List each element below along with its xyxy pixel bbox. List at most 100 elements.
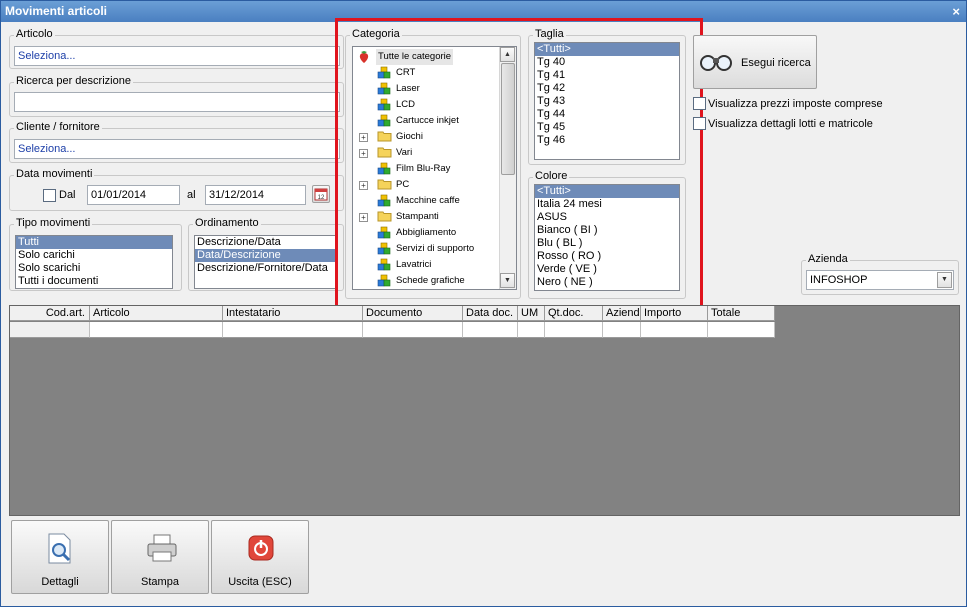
categoria-node[interactable]: Tutte le categorie	[376, 49, 454, 65]
categoria-node[interactable]: Vari	[396, 145, 412, 161]
grid-column-header[interactable]: Importo	[641, 306, 708, 321]
colore-item[interactable]: Italia 24 mesi	[535, 198, 679, 211]
categoria-node[interactable]: PC	[396, 177, 409, 193]
date-from-input[interactable]: 01/01/2014	[87, 185, 180, 205]
taglia-list[interactable]: <Tutti> Tg 40 Tg 41 Tg 42 Tg 43 Tg 44 Tg 45 Tg …	[534, 42, 680, 160]
taglia-item[interactable]: Tg 40	[535, 56, 679, 69]
binoculars-icon	[700, 55, 732, 71]
expand-icon[interactable]: +	[359, 149, 368, 158]
expand-icon[interactable]: +	[359, 213, 368, 222]
taglia-item[interactable]: <Tutti>	[535, 43, 679, 56]
strawberry-icon	[357, 50, 371, 63]
taglia-item[interactable]: Tg 41	[535, 69, 679, 82]
categoria-tree[interactable]: Tutte le categorie CRT Laser LCD Cartucce in…	[352, 46, 517, 290]
colore-item[interactable]: Bianco ( BI )	[535, 224, 679, 237]
prezzi-imposte-checkbox[interactable]	[693, 97, 706, 110]
ordinamento-item[interactable]: Data/Descrizione	[195, 249, 335, 262]
colore-item[interactable]: Blu ( BL )	[535, 237, 679, 250]
azienda-value: INFOSHOP	[810, 274, 868, 286]
blocks-icon	[377, 226, 391, 239]
categoria-node[interactable]: Cartucce inkjet	[396, 113, 459, 129]
tipo-movimenti-title: Tipo movimenti	[14, 217, 93, 229]
esegui-ricerca-button[interactable]: Esegui ricerca	[693, 35, 817, 89]
date-to-input[interactable]: 31/12/2014	[205, 185, 306, 205]
tipo-movimenti-item[interactable]: Solo carichi	[16, 249, 172, 262]
grid-cell[interactable]	[90, 322, 223, 338]
scroll-thumb[interactable]	[501, 63, 515, 175]
expand-icon[interactable]: +	[359, 181, 368, 190]
grid-cell[interactable]	[463, 322, 518, 338]
ordinamento-item[interactable]: Descrizione/Data	[195, 236, 335, 249]
colore-item[interactable]: Verde ( VE )	[535, 263, 679, 276]
dettagli-button[interactable]: Dettagli	[11, 520, 109, 594]
categoria-node[interactable]: Lavatrici	[396, 257, 431, 273]
grid-column-header[interactable]: Azienda	[603, 306, 641, 321]
cliente-select[interactable]: Seleziona...	[14, 139, 340, 159]
folder-icon	[377, 210, 392, 222]
folder-icon	[377, 130, 392, 142]
grid-column-header[interactable]: Qt.doc.	[545, 306, 603, 321]
categoria-node[interactable]: Servizi di supporto	[396, 241, 474, 257]
power-icon	[248, 535, 274, 561]
categoria-title: Categoria	[350, 28, 402, 40]
blocks-icon	[377, 194, 391, 207]
categoria-node[interactable]: Giochi	[396, 129, 423, 145]
calendar-button[interactable]: 12	[312, 185, 330, 203]
taglia-item[interactable]: Tg 44	[535, 108, 679, 121]
uscita-button[interactable]: Uscita (ESC)	[211, 520, 309, 594]
close-icon[interactable]: ×	[952, 1, 960, 22]
grid-column-header[interactable]: UM	[518, 306, 545, 321]
tipo-movimenti-item[interactable]: Solo scarichi	[16, 262, 172, 275]
dal-checkbox[interactable]	[43, 189, 56, 202]
grid-cell[interactable]	[641, 322, 708, 338]
tipo-movimenti-item[interactable]: Tutti	[16, 236, 172, 249]
grid-column-header[interactable]: Totale	[708, 306, 775, 321]
categoria-node[interactable]: Laser	[396, 81, 420, 97]
taglia-item[interactable]: Tg 43	[535, 95, 679, 108]
categoria-node[interactable]: Schede grafiche	[396, 273, 465, 289]
tipo-movimenti-list[interactable]: Tutti Solo carichi Solo scarichi Tutti i do…	[15, 235, 173, 289]
grid-cell[interactable]	[10, 322, 90, 338]
folder-icon	[377, 146, 392, 158]
categoria-node[interactable]: LCD	[396, 97, 415, 113]
categoria-scrollbar[interactable]: ▲ ▼	[499, 47, 516, 289]
results-grid[interactable]: Cod.art. Articolo Intestatario Documento Dat…	[9, 305, 960, 516]
ricerca-input[interactable]	[14, 92, 340, 112]
grid-cell[interactable]	[363, 322, 463, 338]
azienda-select[interactable]: INFOSHOP ▼	[806, 270, 954, 290]
colore-item[interactable]: Rosso ( RO )	[535, 250, 679, 263]
colore-list[interactable]: <Tutti> Italia 24 mesi ASUS Bianco ( BI ) Bl…	[534, 184, 680, 291]
grid-cell[interactable]	[603, 322, 641, 338]
grid-column-header[interactable]: Cod.art.	[10, 306, 90, 321]
tipo-movimenti-item[interactable]: Tutti i documenti	[16, 275, 172, 288]
colore-item[interactable]: <Tutti>	[535, 185, 679, 198]
grid-column-header[interactable]: Articolo	[90, 306, 223, 321]
colore-item[interactable]: Nero ( NE )	[535, 276, 679, 289]
categoria-node[interactable]: Macchine caffe	[396, 193, 460, 209]
categoria-node[interactable]: Film Blu-Ray	[396, 161, 450, 177]
taglia-item[interactable]: Tg 46	[535, 134, 679, 147]
scroll-down-icon[interactable]: ▼	[500, 273, 515, 288]
taglia-item[interactable]: Tg 42	[535, 82, 679, 95]
grid-column-header[interactable]: Documento	[363, 306, 463, 321]
ordinamento-list[interactable]: Descrizione/Data Data/Descrizione Descrizi…	[194, 235, 336, 289]
grid-column-header[interactable]: Data doc.	[463, 306, 518, 321]
dettagli-lotti-checkbox[interactable]	[693, 117, 706, 130]
taglia-item[interactable]: Tg 45	[535, 121, 679, 134]
expand-icon[interactable]: +	[359, 133, 368, 142]
chevron-down-icon[interactable]: ▼	[937, 272, 952, 288]
ordinamento-item[interactable]: Descrizione/Fornitore/Data	[195, 262, 335, 275]
categoria-node[interactable]: CRT	[396, 65, 415, 81]
scroll-up-icon[interactable]: ▲	[500, 47, 515, 62]
categoria-node[interactable]: Abbigliamento	[396, 225, 456, 241]
stampa-button[interactable]: Stampa	[111, 520, 209, 594]
grid-cell[interactable]	[518, 322, 545, 338]
grid-cell[interactable]	[708, 322, 775, 338]
grid-cell[interactable]	[223, 322, 363, 338]
articolo-select[interactable]: Seleziona...	[14, 46, 340, 66]
cliente-title: Cliente / fornitore	[14, 121, 102, 133]
grid-cell[interactable]	[545, 322, 603, 338]
categoria-node[interactable]: Stampanti	[396, 209, 439, 225]
colore-item[interactable]: ASUS	[535, 211, 679, 224]
grid-column-header[interactable]: Intestatario	[223, 306, 363, 321]
